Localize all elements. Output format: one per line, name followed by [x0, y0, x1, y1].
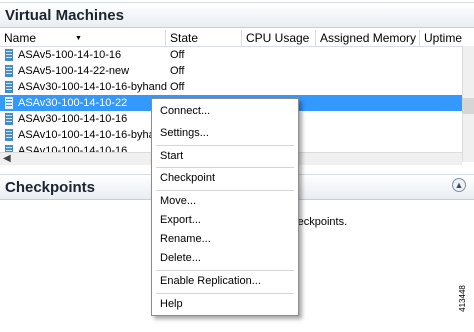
table-row[interactable]: ASAv5-100-14-10-16 Off [0, 47, 462, 63]
menu-item-export[interactable]: Export... [160, 214, 201, 226]
virtual-machines-title: Virtual Machines [5, 7, 124, 24]
vm-state: Off [170, 81, 185, 93]
menu-separator [156, 293, 294, 294]
menu-item-settings[interactable]: Settings... [160, 127, 209, 139]
menu-item-delete[interactable]: Delete... [160, 252, 201, 264]
menu-item-connect[interactable]: Connect... [160, 105, 210, 117]
menu-separator [156, 145, 294, 146]
virtual-machines-header: Virtual Machines [0, 2, 474, 28]
vm-name: ASAv30-100-14-10-16 [18, 113, 128, 125]
checkpoints-title: Checkpoints [5, 179, 96, 196]
menu-item-start[interactable]: Start [160, 150, 183, 162]
column-header-cpu-usage[interactable]: CPU Usage [242, 30, 316, 46]
virtual-machine-icon [5, 65, 13, 77]
sort-descending-icon: ▼ [75, 35, 82, 42]
vm-state: Off [170, 65, 185, 77]
vm-name: ASAv30-100-14-10-22 [18, 97, 128, 109]
menu-separator [156, 190, 294, 191]
menu-item-checkpoint[interactable]: Checkpoint [160, 172, 215, 184]
table-row[interactable]: ASAv30-100-14-10-16-byhand Off [0, 79, 462, 95]
scroll-left-icon[interactable]: ◀ [3, 153, 11, 165]
virtual-machine-icon [5, 129, 13, 141]
vm-name: ASAv5-100-14-22-new [18, 65, 130, 77]
vertical-scrollbar-thumb[interactable] [462, 98, 474, 114]
menu-item-move[interactable]: Move... [160, 195, 196, 207]
menu-item-help[interactable]: Help [160, 298, 183, 310]
figure-number: 413448 [457, 285, 467, 312]
table-header: Name ▼ State CPU Usage Assigned Memory U… [0, 30, 462, 47]
virtual-machine-icon [5, 97, 13, 109]
vm-name: ASAv5-100-14-10-16 [18, 49, 122, 61]
virtual-machine-icon [5, 113, 13, 125]
menu-separator [156, 270, 294, 271]
vm-name: ASAv30-100-14-10-16-byhand [18, 81, 168, 93]
column-header-state[interactable]: State [166, 30, 242, 46]
vm-name: ASAv10-100-14-10-16-byha [18, 129, 155, 141]
virtual-machine-icon [5, 49, 13, 61]
column-header-assigned-memory[interactable]: Assigned Memory [316, 30, 420, 46]
collapse-section-icon[interactable]: ▲ [452, 178, 466, 192]
context-menu: Connect... Settings... Start Checkpoint … [151, 98, 299, 316]
vm-state: Off [170, 49, 185, 61]
menu-item-enable-replication[interactable]: Enable Replication... [160, 275, 261, 287]
menu-separator [156, 167, 294, 168]
column-header-uptime[interactable]: Uptime [420, 30, 462, 46]
menu-item-rename[interactable]: Rename... [160, 233, 211, 245]
table-row[interactable]: ASAv5-100-14-22-new Off [0, 63, 462, 79]
virtual-machine-icon [5, 81, 13, 93]
column-header-name[interactable]: Name ▼ [0, 30, 166, 46]
